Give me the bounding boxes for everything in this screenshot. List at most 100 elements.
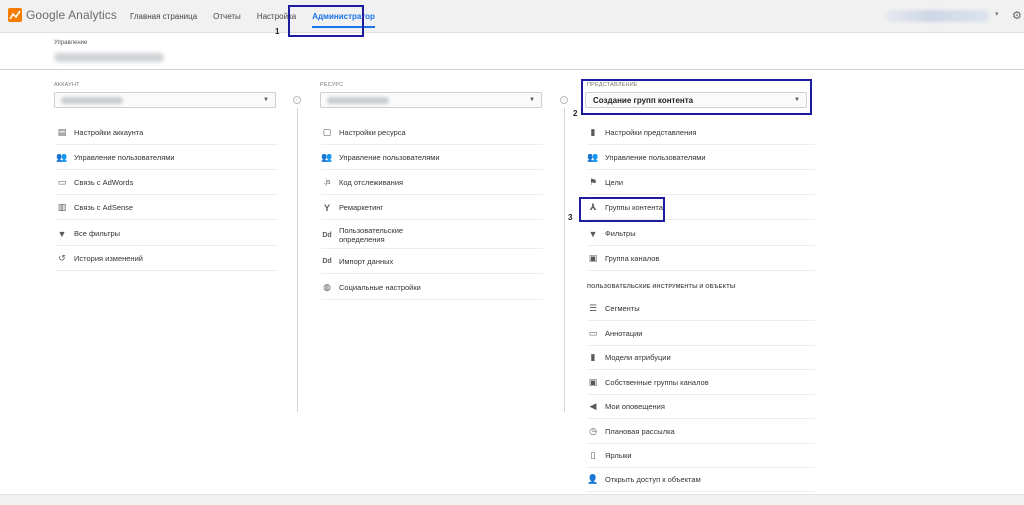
channel-grouping-item[interactable]: ▣ Группа каналов xyxy=(587,246,815,271)
item-label: Аннотации xyxy=(605,329,643,338)
account-switcher[interactable] xyxy=(885,10,990,22)
social-settings-item[interactable]: ◍ Социальные настройки xyxy=(321,275,543,300)
adwords-icon: ▭ xyxy=(57,177,67,187)
app-logo[interactable]: Google Analytics xyxy=(8,8,117,22)
share-assets-item[interactable]: 👤 Открыть доступ к объектам xyxy=(587,467,815,492)
item-label: Ремаркетинг xyxy=(339,203,384,212)
highlight-box-content-grouping xyxy=(579,197,665,222)
data-import-item[interactable]: Dd Импорт данных xyxy=(321,249,543,274)
chevron-down-icon: ▼ xyxy=(263,97,269,103)
footer-bar xyxy=(0,494,1024,505)
item-label: Код отслеживания xyxy=(339,178,404,187)
highlight-box-admin xyxy=(288,5,364,37)
attribution-models-item[interactable]: ▮ Модели атрибуции xyxy=(587,345,815,370)
tracking-code-item[interactable]: .js Код отслеживания xyxy=(321,170,543,195)
custom-definitions-item[interactable]: Dd Пользовательские определения xyxy=(321,221,543,249)
users-icon: 👥 xyxy=(321,152,333,162)
app-name: Google Analytics xyxy=(26,8,117,22)
item-label: Социальные настройки xyxy=(339,283,421,292)
step-marker-3: 3 xyxy=(568,213,573,222)
item-label: Открыть доступ к объектам xyxy=(605,475,701,484)
property-settings-item[interactable]: ▢ Настройки ресурса xyxy=(321,120,543,145)
property-select[interactable]: ▼ xyxy=(320,92,542,108)
nav-home[interactable]: Главная страница xyxy=(130,0,197,33)
shortcuts-item[interactable]: ▯ Ярлыки xyxy=(587,443,815,468)
chevron-down-icon: ▼ xyxy=(529,97,535,103)
history-icon: ↺ xyxy=(58,253,66,263)
view-settings-item[interactable]: ▮ Настройки представления xyxy=(587,120,815,145)
item-label: Модели атрибуции xyxy=(605,353,671,362)
top-bar: Google Analytics Главная страница Отчеты… xyxy=(0,0,1024,33)
remarketing-icon: Y xyxy=(323,202,330,213)
nav-reports[interactable]: Отчеты xyxy=(213,0,241,33)
flag-icon: ⚑ xyxy=(588,177,598,187)
annotations-icon: ▭ xyxy=(588,328,598,338)
filters-item[interactable]: ▼ Фильтры xyxy=(587,221,815,246)
item-label: Пользовательские определения xyxy=(339,226,404,244)
item-label: Управление пользователями xyxy=(339,153,440,162)
column-divider xyxy=(297,108,298,412)
chevron-down-icon[interactable]: ▾ xyxy=(995,10,999,18)
shortcut-icon: ▯ xyxy=(590,450,596,460)
tracking-code-icon: .js xyxy=(323,179,331,186)
step-marker-2: 2 xyxy=(573,109,578,118)
property-title: РЕСУРС xyxy=(320,82,344,88)
custom-channels-item[interactable]: ▣ Собственные группы каналов xyxy=(587,370,815,395)
item-label: Импорт данных xyxy=(339,257,394,266)
gear-icon[interactable]: ⚙ xyxy=(1012,9,1022,22)
tools-section-title: ПОЛЬЗОВАТЕЛЬСКИЕ ИНСТРУМЕНТЫ И ОБЪЕКТЫ xyxy=(587,284,736,290)
account-settings-item[interactable]: ▤ Настройки аккаунта xyxy=(56,120,278,145)
item-label: Настройки представления xyxy=(605,128,697,137)
management-label: Управление xyxy=(54,40,88,46)
custom-definitions-icon: Dd xyxy=(322,231,332,239)
remarketing-item[interactable]: Y Ремаркетинг xyxy=(321,195,543,220)
users-icon: 👥 xyxy=(587,152,599,162)
users-icon: 👥 xyxy=(56,152,68,162)
account-value xyxy=(61,97,123,104)
alerts-item[interactable]: ◀ Мои оповещения xyxy=(587,394,815,419)
arrow-right-icon: › xyxy=(560,96,568,104)
view-users-item[interactable]: 👥 Управление пользователями xyxy=(587,145,815,170)
adsense-icon: ▥ xyxy=(57,202,67,212)
change-history-item[interactable]: ↺ История изменений xyxy=(56,246,278,271)
item-label: Собственные группы каналов xyxy=(605,378,709,387)
account-users-item[interactable]: 👥 Управление пользователями xyxy=(56,145,278,170)
item-label: Плановая рассылка xyxy=(605,427,675,436)
clock-icon: ◷ xyxy=(589,426,597,436)
data-import-icon: Dd xyxy=(322,258,332,265)
item-label: Сегменты xyxy=(605,304,640,313)
share-icon: 👤 xyxy=(587,474,599,484)
annotations-item[interactable]: ▭ Аннотации xyxy=(587,321,815,346)
document-icon: ▮ xyxy=(590,127,596,137)
megaphone-icon: ◀ xyxy=(589,401,597,411)
management-name xyxy=(54,53,164,62)
all-filters-item[interactable]: ▼ Все фильтры xyxy=(56,221,278,246)
segments-item[interactable]: ☰ Сегменты xyxy=(587,296,815,321)
analytics-logo-icon xyxy=(8,8,22,22)
item-label: Связь с AdWords xyxy=(74,178,134,187)
highlight-box-view xyxy=(581,79,812,115)
custom-channels-icon: ▣ xyxy=(588,377,598,387)
column-divider xyxy=(564,108,565,412)
account-title: АККАУНТ xyxy=(54,82,80,88)
item-label: Связь с AdSense xyxy=(74,203,134,212)
segments-icon: ☰ xyxy=(588,303,598,313)
property-value xyxy=(327,97,389,104)
item-label: Фильтры xyxy=(605,229,636,238)
item-label: История изменений xyxy=(74,254,143,263)
item-label: Настройки ресурса xyxy=(339,128,406,137)
building-icon: ▤ xyxy=(57,127,67,137)
account-select[interactable]: ▼ xyxy=(54,92,276,108)
item-label: Управление пользователями xyxy=(605,153,706,162)
goals-item[interactable]: ⚑ Цели xyxy=(587,170,815,195)
adwords-link-item[interactable]: ▭ Связь с AdWords xyxy=(56,170,278,195)
property-users-item[interactable]: 👥 Управление пользователями xyxy=(321,145,543,170)
filter-icon: ▼ xyxy=(57,228,67,239)
item-label: Настройки аккаунта xyxy=(74,128,144,137)
scheduled-emails-item[interactable]: ◷ Плановая рассылка xyxy=(587,419,815,444)
divider xyxy=(0,69,1024,70)
adsense-link-item[interactable]: ▥ Связь с AdSense xyxy=(56,195,278,220)
step-marker-1: 1 xyxy=(275,27,280,36)
item-label: Мои оповещения xyxy=(605,402,665,411)
item-label: Управление пользователями xyxy=(74,153,175,162)
